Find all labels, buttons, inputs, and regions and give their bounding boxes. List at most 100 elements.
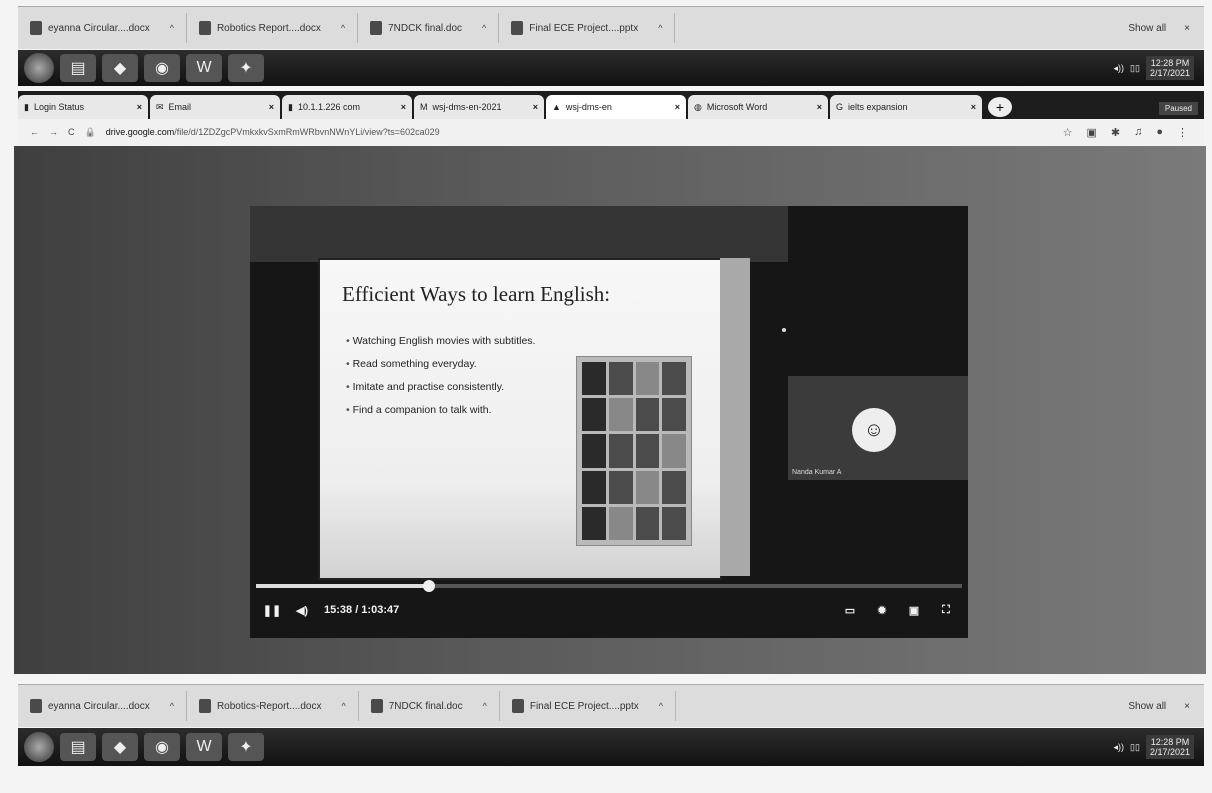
slide-bullet: Watching English movies with subtitles. [346, 330, 536, 353]
browser-tab[interactable]: ✉ Email × [150, 95, 280, 119]
system-tray: ◂)) ▯▯ 12:28 PM 2/17/2021 [1114, 56, 1204, 80]
browser-tab[interactable]: Mwsj-dms-en-2021 × [414, 95, 544, 119]
presentation-slide: Efficient Ways to learn English: Watchin… [318, 258, 722, 580]
chrome-icon[interactable]: ◉ [144, 733, 180, 761]
video-player[interactable]: Efficient Ways to learn English: Watchin… [250, 206, 968, 638]
lock-icon: 🔒 [84, 126, 96, 137]
miniplayer-icon[interactable]: ▣ [906, 602, 922, 618]
settings-gear-icon[interactable]: ✹ [874, 602, 890, 618]
google-icon: G [836, 102, 844, 112]
show-all-button[interactable]: Show all [1128, 23, 1166, 34]
participant-tile: ☺ Nanda Kumar A [788, 376, 968, 480]
close-downloads-button[interactable]: × [1184, 23, 1190, 34]
photo-collage-image [576, 356, 692, 546]
app-icon[interactable]: ◆ [102, 54, 138, 82]
close-tab-icon[interactable]: × [533, 102, 538, 112]
edge-icon: ◍ [694, 101, 702, 112]
menu-icon[interactable]: ⋮ [1177, 126, 1188, 139]
volume-icon[interactable]: ◂)) [1114, 63, 1125, 74]
account-icon[interactable]: ● [1156, 126, 1163, 139]
progress-fill [256, 584, 429, 588]
download-item[interactable]: Final ECE Project....pptx ^ [499, 13, 676, 43]
volume-icon[interactable]: ◀) [294, 602, 310, 618]
browser-tab[interactable]: Gielts expansion × [830, 95, 982, 119]
gmail-icon: ✉ [156, 101, 164, 112]
close-tab-icon[interactable]: × [269, 102, 274, 112]
star-icon[interactable]: ☆ [1063, 126, 1073, 139]
chrome-icon[interactable]: ◉ [144, 54, 180, 82]
network-icon[interactable]: ▯▯ [1130, 63, 1140, 74]
new-tab-button[interactable]: + [988, 97, 1012, 117]
close-tab-icon[interactable]: × [971, 102, 976, 112]
app-icon[interactable]: ◆ [102, 733, 138, 761]
taskbar-top: ▤ ◆ ◉ W ✦ ◂)) ▯▯ 12:28 PM 2/17/2021 [18, 50, 1204, 86]
url-field[interactable]: drive.google.com/file/d/1ZDZgcPVmkxkvSxm… [106, 127, 1053, 137]
download-item[interactable]: eyanna Circular....docx ^ [18, 691, 187, 721]
chevron-up-icon[interactable]: ^ [170, 701, 174, 711]
browser-tab[interactable]: ▮ 10.1.1.226 com × [282, 95, 412, 119]
app-icon[interactable]: ✦ [228, 733, 264, 761]
download-item[interactable]: eyanna Circular....docx ^ [18, 13, 187, 43]
word-icon[interactable]: W [186, 54, 222, 82]
browser-tab[interactable]: ◍ Microsoft Word × [688, 95, 828, 119]
forward-icon[interactable]: → [49, 127, 58, 137]
powerpoint-file-icon [511, 699, 524, 713]
video-controls: ❚❚ ◀) 15:38 / 1:03:47 ▭ ✹ ▣ ⛶ [263, 598, 954, 622]
close-downloads-button[interactable]: × [1184, 701, 1190, 712]
chevron-up-icon[interactable]: ^ [658, 23, 662, 33]
close-tab-icon[interactable]: × [675, 102, 680, 112]
close-tab-icon[interactable]: × [137, 102, 142, 112]
slide-bullet: Imitate and practise consistently. [346, 376, 535, 399]
puzzle-icon[interactable]: ✱ [1111, 126, 1120, 139]
close-tab-icon[interactable]: × [401, 102, 406, 112]
chevron-up-icon[interactable]: ^ [341, 701, 345, 711]
captions-icon[interactable]: ▭ [842, 602, 858, 618]
start-button[interactable] [24, 53, 54, 83]
drive-viewer: Efficient Ways to learn English: Watchin… [14, 146, 1206, 674]
file-explorer-icon[interactable]: ▤ [60, 54, 96, 82]
clock[interactable]: 12:28 PM 2/17/2021 [1145, 735, 1194, 759]
close-tab-icon[interactable]: × [817, 102, 822, 112]
network-icon[interactable]: ▯▯ [1130, 742, 1140, 753]
start-button[interactable] [24, 732, 54, 762]
download-item[interactable]: Robotics Report....docx ^ [187, 13, 359, 43]
participant-name: Nanda Kumar A [792, 469, 842, 476]
chevron-up-icon[interactable]: ^ [482, 23, 486, 33]
browser-tab[interactable]: ▮ Login Status × [18, 95, 148, 119]
word-file-icon [198, 21, 211, 35]
volume-icon[interactable]: ◂)) [1114, 742, 1125, 753]
gmail-icon: M [420, 102, 428, 112]
slide-title: Efficient Ways to learn English: [342, 282, 611, 306]
video-progress-bar[interactable] [256, 580, 962, 592]
progress-knob[interactable] [422, 580, 435, 592]
download-item[interactable]: Robotics-Report....docx ^ [187, 691, 359, 721]
show-all-button[interactable]: Show all [1128, 701, 1166, 712]
word-file-icon [30, 21, 42, 35]
word-icon[interactable]: W [186, 733, 222, 761]
cursor-dot [782, 328, 786, 332]
page-icon: ▮ [288, 101, 293, 112]
media-icon[interactable]: ♫ [1134, 126, 1142, 139]
download-item[interactable]: 7NDCK final.doc ^ [358, 13, 500, 43]
profile-button[interactable]: Paused [1158, 102, 1198, 115]
app-icon[interactable]: ✦ [228, 54, 264, 82]
drive-icon: ▲ [552, 102, 561, 112]
file-explorer-icon[interactable]: ▤ [60, 733, 96, 761]
chevron-up-icon[interactable]: ^ [341, 23, 345, 33]
reload-icon[interactable]: C [68, 127, 75, 137]
download-item[interactable]: 7NDCK final.doc ^ [359, 691, 500, 721]
back-icon[interactable]: ← [30, 127, 39, 137]
pause-icon[interactable]: ❚❚ [263, 602, 281, 618]
time-display: 15:38 / 1:03:47 [324, 604, 400, 616]
fullscreen-icon[interactable]: ⛶ [938, 602, 954, 618]
extension-icon[interactable]: ▣ [1086, 126, 1096, 139]
system-tray: ◂)) ▯▯ 12:28 PM 2/17/2021 [1114, 735, 1204, 759]
clock[interactable]: 12:28 PM 2/17/2021 [1145, 56, 1194, 80]
chevron-up-icon[interactable]: ^ [170, 23, 174, 33]
chevron-up-icon[interactable]: ^ [659, 701, 663, 711]
browser-tab-active[interactable]: ▲ wsj-dms-en × [546, 95, 686, 119]
chevron-up-icon[interactable]: ^ [483, 701, 487, 711]
download-item[interactable]: Final ECE Project....pptx ^ [500, 691, 677, 721]
taskbar-bottom: ▤ ◆ ◉ W ✦ ◂)) ▯▯ 12:28 PM 2/17/2021 [18, 728, 1204, 766]
slide-bullet: Read something everyday. [346, 353, 535, 376]
